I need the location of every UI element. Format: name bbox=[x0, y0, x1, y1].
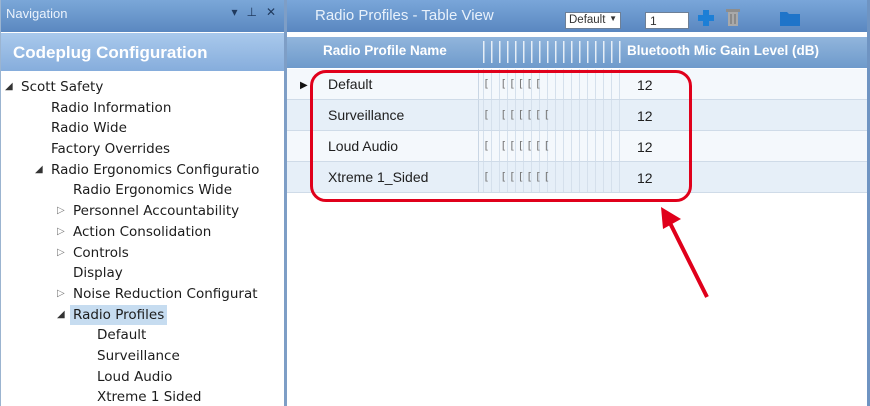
expanded-icon[interactable]: ◢ bbox=[5, 77, 13, 98]
radio-profiles-pane: Radio Profiles - Table View Default ▼ 1 … bbox=[287, 0, 870, 406]
collapsed-icon[interactable]: ▷ bbox=[57, 222, 65, 243]
view-select-value: Default bbox=[569, 14, 606, 26]
tree-item-label: Radio Information bbox=[51, 99, 172, 116]
highlight-annotation bbox=[310, 70, 692, 202]
tree-item[interactable]: Factory Overrides bbox=[1, 139, 284, 160]
tree-item-label: Default bbox=[97, 327, 147, 344]
tree-item[interactable]: ◢ Radio Ergonomics Configuratio bbox=[1, 160, 284, 181]
tree-item[interactable]: ◢ Radio Profiles bbox=[1, 304, 284, 326]
tree-item[interactable]: ▷ Noise Reduction Configurat bbox=[1, 284, 284, 305]
tree-item-label: Display bbox=[73, 265, 123, 282]
column-header-collapsed-columns bbox=[483, 41, 624, 63]
navigation-header-title: Navigation bbox=[6, 6, 68, 21]
tree-item-label: Controls bbox=[73, 244, 129, 261]
current-row-icon: ▶ bbox=[300, 80, 308, 91]
expanded-icon[interactable]: ◢ bbox=[35, 160, 43, 181]
folder-icon[interactable] bbox=[779, 9, 801, 27]
collapsed-icon[interactable]: ▷ bbox=[57, 243, 65, 264]
tree-item-label: Xtreme 1 Sided bbox=[97, 389, 202, 406]
tree-item-label: Radio Wide bbox=[51, 120, 127, 137]
tree-item[interactable]: Default bbox=[1, 325, 284, 346]
codeplug-configuration-title: Codeplug Configuration bbox=[1, 33, 284, 71]
tree-item[interactable]: ▷ Personnel Accountability bbox=[1, 201, 284, 222]
tree-item-label: Radio Ergonomics Configuratio bbox=[51, 161, 260, 178]
tree-item[interactable]: ▷ Controls bbox=[1, 243, 284, 264]
table-view-title: Radio Profiles - Table View bbox=[315, 7, 494, 24]
pin-icon[interactable]: ⊥ bbox=[246, 5, 256, 19]
close-icon[interactable]: ✕ bbox=[266, 5, 276, 19]
tree-item-label: Factory Overrides bbox=[51, 141, 171, 158]
view-select[interactable]: Default ▼ bbox=[565, 12, 621, 29]
trash-icon[interactable] bbox=[725, 7, 741, 27]
tree-item-label: Action Consolidation bbox=[73, 223, 212, 240]
page-number-input[interactable]: 1 bbox=[645, 12, 689, 29]
add-icon[interactable] bbox=[697, 9, 715, 27]
collapsed-icon[interactable]: ▷ bbox=[57, 284, 65, 305]
tree-item[interactable]: Loud Audio bbox=[1, 367, 284, 388]
table-column-header: Radio Profile Name Bluetooth Mic Gain Le… bbox=[287, 37, 867, 68]
tree-item-label: Scott Safety bbox=[21, 79, 104, 95]
dropdown-icon[interactable]: ▾ bbox=[231, 5, 237, 19]
column-header-bluetooth-mic-gain[interactable]: Bluetooth Mic Gain Level (dB) bbox=[627, 43, 819, 58]
collapsed-icon[interactable]: ▷ bbox=[57, 201, 65, 222]
tree-item[interactable]: Surveillance bbox=[1, 346, 284, 367]
tree-item-label: Surveillance bbox=[97, 347, 180, 364]
tree-item-label: Radio Ergonomics Wide bbox=[73, 182, 233, 199]
column-header-radio-profile-name[interactable]: Radio Profile Name bbox=[323, 43, 447, 58]
arrow-annotation bbox=[661, 207, 709, 298]
chevron-down-icon: ▼ bbox=[609, 14, 617, 23]
tree-item-label: Personnel Accountability bbox=[73, 203, 240, 220]
tree-item-label: Loud Audio bbox=[97, 368, 173, 385]
tree-item[interactable]: Xtreme 1 Sided bbox=[1, 387, 284, 406]
tree-item[interactable]: Display bbox=[1, 263, 284, 284]
tree-item[interactable]: Radio Information bbox=[1, 98, 284, 119]
tree-item[interactable]: Radio Ergonomics Wide bbox=[1, 180, 284, 201]
table-toolbar: Radio Profiles - Table View Default ▼ 1 bbox=[287, 0, 867, 32]
navigation-header: Navigation ▾ ⊥ ✕ bbox=[1, 0, 284, 32]
expanded-icon[interactable]: ◢ bbox=[57, 305, 65, 326]
tree-item[interactable]: ▷ Action Consolidation bbox=[1, 222, 284, 243]
navigation-pane: Navigation ▾ ⊥ ✕ Codeplug Configuration … bbox=[0, 0, 287, 406]
navigation-tree: ◢ Scott Safety Radio Information Radio Wide… bbox=[1, 71, 284, 406]
tree-item-label: Radio Profiles bbox=[70, 304, 168, 326]
tree-item[interactable]: Radio Wide bbox=[1, 118, 284, 139]
tree-item[interactable]: ◢ Scott Safety bbox=[1, 77, 284, 98]
tree-item-label: Noise Reduction Configurat bbox=[73, 285, 258, 302]
